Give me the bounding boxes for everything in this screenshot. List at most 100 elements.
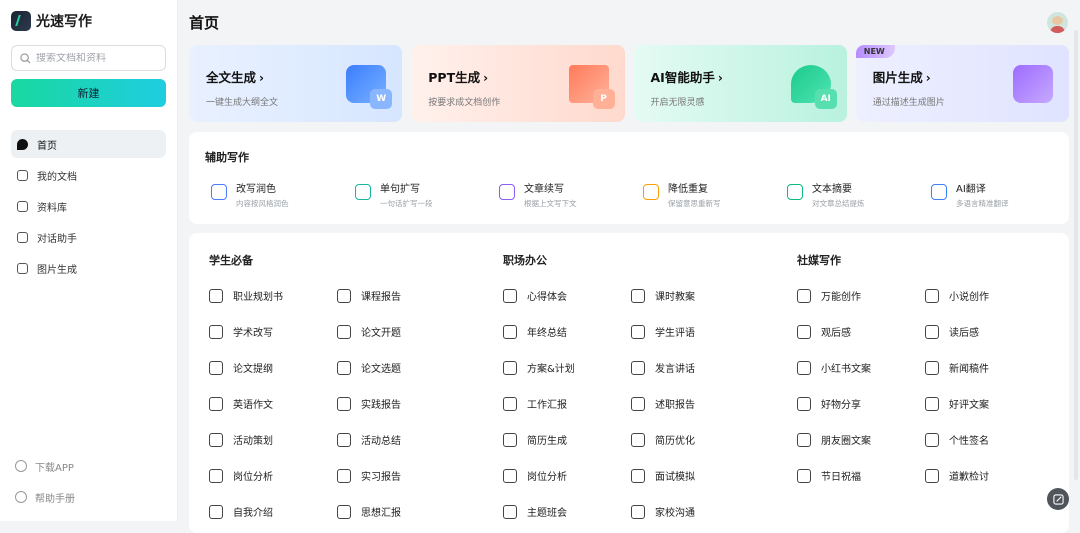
app-name: 光速写作 — [36, 14, 92, 30]
assist-item-title: 文本摘要 — [812, 184, 852, 195]
chevron-right-icon: › — [259, 71, 264, 85]
tool-item[interactable]: 朋友圈文案 — [797, 430, 925, 449]
assist-item[interactable]: 文章续写 根据上文写下文 — [499, 180, 643, 209]
tool-item[interactable]: 新闻稿件 — [925, 358, 1053, 377]
tool-icon — [925, 324, 939, 339]
assist-item-title: 改写润色 — [236, 184, 276, 195]
tool-icon — [631, 432, 645, 447]
tool-item[interactable]: 好物分享 — [797, 394, 925, 413]
tool-item[interactable]: 好评文案 — [925, 394, 1053, 413]
app-logo[interactable]: 光速写作 — [11, 11, 92, 31]
search-input[interactable] — [36, 52, 156, 64]
tool-item[interactable]: 简历生成 — [503, 430, 631, 449]
tool-item[interactable]: 活动策划 — [209, 430, 337, 449]
assist-tool-icon — [643, 184, 659, 200]
tool-item[interactable]: 学术改写 — [209, 322, 337, 341]
tool-item-label: 实习报告 — [361, 472, 401, 483]
tool-icon — [503, 396, 517, 411]
assist-item[interactable]: 改写润色内容按风格润色 — [211, 180, 355, 209]
feature-card-fulltext[interactable]: 全文生成 › 一键生成大纲全文 W — [189, 45, 403, 122]
chevron-right-icon: › — [717, 71, 723, 85]
tool-item[interactable]: 家校沟通 — [631, 502, 759, 521]
tool-item[interactable]: 学生评语 — [631, 322, 759, 341]
tool-item[interactable]: 节日祝福 — [797, 466, 925, 485]
tool-item[interactable]: 实践报告 — [337, 394, 465, 413]
tool-item[interactable]: 活动总结 — [337, 430, 465, 449]
tool-item[interactable]: 发言讲话 — [631, 358, 759, 377]
tool-item[interactable]: 简历优化 — [631, 430, 759, 449]
tool-item-label: 个性签名 — [949, 436, 989, 447]
tool-icon — [797, 324, 811, 339]
search-box[interactable] — [11, 45, 166, 71]
word-doc-icon: W — [346, 65, 393, 109]
help-manual-link[interactable]: 帮助手册 — [15, 487, 75, 507]
tool-item[interactable]: 道歉检讨 — [925, 466, 1053, 485]
tool-item[interactable]: 论文提纲 — [209, 358, 337, 377]
tool-item[interactable]: 主题班会 — [503, 502, 631, 521]
tool-item[interactable]: 小说创作 — [925, 286, 1053, 305]
tool-icon — [209, 324, 223, 339]
tool-icon — [503, 324, 517, 339]
tool-item[interactable]: 述职报告 — [631, 394, 759, 413]
tools-panel: 学生必备 职业规划书 课程报告 学术改写 论文开题 论文提纲 论文选题 英语作文 实践报告 活动… — [189, 233, 1069, 533]
sidebar-item-home[interactable]: 首页 — [11, 130, 166, 158]
tool-item[interactable]: 读后感 — [925, 322, 1053, 341]
tool-item[interactable]: 观后感 — [797, 322, 925, 341]
tool-item[interactable]: 年终总结 — [503, 322, 631, 341]
tool-item[interactable]: 英语作文 — [209, 394, 337, 413]
tool-item[interactable]: 实习报告 — [337, 466, 465, 485]
sidebar-item-library[interactable]: 资料库 — [11, 192, 166, 220]
tool-item[interactable]: 思想汇报 — [337, 502, 465, 521]
tool-item-label: 岗位分析 — [527, 472, 567, 483]
tool-item[interactable]: 工作汇报 — [503, 394, 631, 413]
feature-card-ai-assistant[interactable]: AI智能助手 › 开启无限灵感 AI — [633, 45, 847, 122]
feature-badge: AI — [814, 89, 837, 109]
tool-item[interactable]: 万能创作 — [797, 286, 925, 305]
tool-icon — [925, 360, 939, 375]
tool-icon — [503, 468, 517, 483]
tool-item[interactable]: 小红书文案 — [797, 358, 925, 377]
tool-icon — [925, 396, 939, 411]
tool-icon — [797, 468, 811, 483]
assist-item[interactable]: 单句扩写 一句话扩写一段 — [355, 180, 499, 209]
tool-item[interactable]: 自我介绍 — [209, 502, 337, 521]
tool-item[interactable]: 岗位分析 — [209, 466, 337, 485]
assist-item-desc: 内容按风格润色 — [236, 199, 289, 208]
sidebar-nav: 首页 我的文档 资料库 对话助手 图片生成 — [11, 130, 166, 285]
sidebar-item-chat[interactable]: 对话助手 — [11, 223, 166, 251]
tool-item[interactable]: 面试模拟 — [631, 466, 759, 485]
tool-item[interactable]: 心得体会 — [503, 286, 631, 305]
assist-item[interactable]: 文本摘要对文章总结提炼 — [787, 180, 931, 209]
assist-item-title: 单句扩写 — [380, 184, 420, 195]
tool-item[interactable]: 课时教案 — [631, 286, 759, 305]
tool-item[interactable]: 论文开题 — [337, 322, 465, 341]
sidebar-item-label: 对话助手 — [37, 233, 77, 245]
tool-item[interactable]: 职业规划书 — [209, 286, 337, 305]
assist-item-desc: 对文章总结提炼 — [812, 199, 865, 208]
tool-item-label: 观后感 — [821, 328, 851, 339]
scrollbar[interactable] — [1074, 30, 1078, 480]
tool-item[interactable]: 方案&计划 — [503, 358, 631, 377]
sidebar-item-image[interactable]: 图片生成 — [11, 254, 166, 282]
new-button[interactable]: 新建 — [11, 79, 166, 107]
chat-icon — [17, 231, 28, 243]
edit-float-button[interactable] — [1047, 488, 1069, 510]
tool-item[interactable]: 个性签名 — [925, 430, 1053, 449]
feature-card-image-gen[interactable]: NEW 图片生成 › 通过描述生成图片 — [855, 45, 1069, 122]
search-icon — [20, 52, 31, 64]
tool-item[interactable]: 论文选题 — [337, 358, 465, 377]
edit-icon — [1052, 493, 1064, 505]
tool-item-label: 家校沟通 — [655, 508, 695, 519]
tool-icon — [503, 360, 517, 375]
assist-item[interactable]: 降低重复 保留意思重新写 — [643, 180, 787, 209]
tool-icon — [337, 432, 351, 447]
tool-icon — [209, 468, 223, 483]
tool-item[interactable]: 岗位分析 — [503, 466, 631, 485]
tool-item-label: 述职报告 — [655, 400, 695, 411]
avatar[interactable] — [1047, 12, 1068, 33]
sidebar-item-my-docs[interactable]: 我的文档 — [11, 161, 166, 189]
assist-item[interactable]: AI翻译 多语言精准翻译 — [931, 180, 1075, 209]
feature-card-ppt[interactable]: PPT生成 › 按要求成文档创作 P — [411, 45, 625, 122]
download-app-link[interactable]: 下载APP — [15, 456, 75, 476]
tool-item[interactable]: 课程报告 — [337, 286, 465, 305]
